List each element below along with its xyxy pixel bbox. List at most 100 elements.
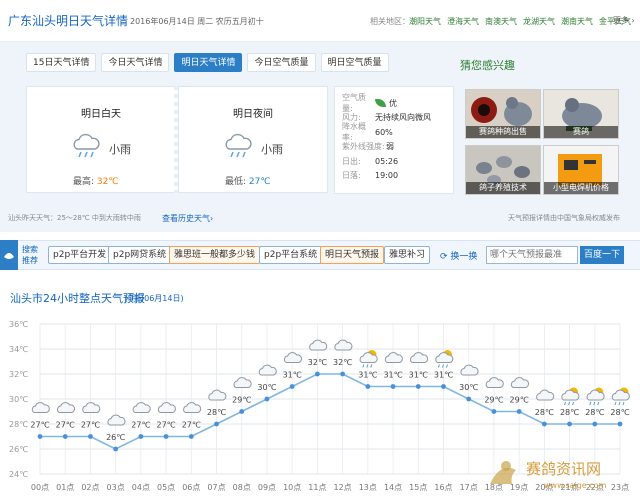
info-value: 05:26 bbox=[375, 156, 399, 166]
thumb-pigeon-sale[interactable]: 赛鸽种鸽出售 bbox=[465, 89, 541, 139]
x-tick-label: 16点 bbox=[434, 483, 452, 492]
high-label: 最高: bbox=[73, 177, 95, 187]
y-tick-label: 36℃ bbox=[9, 320, 28, 329]
x-tick-label: 07点 bbox=[207, 483, 225, 492]
cloud-icon bbox=[284, 352, 303, 363]
data-label: 27℃ bbox=[30, 421, 49, 430]
data-label: 32℃ bbox=[333, 358, 352, 367]
day-title: 明日白天 bbox=[81, 109, 121, 120]
data-label: 31℃ bbox=[283, 371, 302, 380]
cloud-icon bbox=[309, 339, 328, 351]
cloud-icon bbox=[485, 377, 504, 388]
search-input[interactable] bbox=[486, 246, 578, 264]
x-tick-label: 09点 bbox=[258, 483, 276, 492]
region-link[interactable]: 潮南天气 bbox=[561, 16, 593, 27]
region-link[interactable]: 龙湖天气 bbox=[523, 16, 555, 27]
sun-cloud-rain-icon bbox=[586, 387, 605, 406]
data-label: 29℃ bbox=[510, 396, 529, 405]
keyword-link[interactable]: p2p平台开发 bbox=[48, 246, 112, 264]
thumb-pigeon[interactable]: 赛鸽 bbox=[543, 89, 619, 139]
refresh-label: 换一换 bbox=[450, 252, 478, 262]
cloud-icon bbox=[157, 402, 176, 413]
region-link[interactable]: 潮阳天气 bbox=[409, 16, 441, 27]
region-link[interactable]: 澄海天气 bbox=[447, 16, 479, 27]
data-label: 31℃ bbox=[434, 371, 453, 380]
cloud-rain-icon bbox=[71, 132, 101, 160]
refresh-icon: ⟳ bbox=[440, 252, 448, 262]
x-tick-label: 13点 bbox=[359, 483, 377, 492]
night-low-temp: 最低: 27℃ bbox=[225, 174, 270, 187]
search-button[interactable]: 百度一下 bbox=[580, 246, 624, 264]
forecast-tabs: 15日天气详情 今日天气详情 明日天气详情 今日空气质量 明日空气质量 bbox=[26, 53, 389, 72]
guess-title: 猜您感兴趣 bbox=[460, 59, 515, 72]
tab-today-air[interactable]: 今日空气质量 bbox=[247, 53, 316, 72]
tab-tomorrow[interactable]: 明日天气详情 bbox=[174, 53, 243, 72]
data-label: 31℃ bbox=[358, 371, 377, 380]
info-uv: 紫外线强度: 弱 bbox=[342, 140, 446, 155]
data-label: 30℃ bbox=[257, 383, 276, 392]
search-recommend-label: 搜索推荐 bbox=[22, 245, 38, 265]
related-regions: 潮阳天气 澄海天气 南澳天气 龙湖天气 潮南天气 金平天气 bbox=[409, 16, 631, 27]
keyword-link[interactable]: p2p平台系统 bbox=[259, 246, 323, 264]
keyword-link[interactable]: 雅思补习 bbox=[384, 246, 431, 264]
thumb-caption: 小型电焊机价格 bbox=[544, 182, 618, 194]
refresh-keywords-button[interactable]: ⟳ 换一换 bbox=[440, 249, 477, 262]
data-point bbox=[592, 421, 598, 427]
y-tick-label: 24℃ bbox=[9, 470, 28, 479]
keyword-link[interactable]: 雅思班一般都多少钱 bbox=[169, 246, 261, 264]
related-regions-label: 相关地区： bbox=[370, 17, 410, 26]
cloud-icon bbox=[384, 352, 403, 363]
history-weather-link[interactable]: 查看历史天气› bbox=[162, 213, 213, 224]
tab-today[interactable]: 今日天气详情 bbox=[101, 53, 170, 72]
data-label: 29℃ bbox=[484, 396, 503, 405]
high-value: 32℃ bbox=[96, 177, 119, 187]
y-tick-label: 28℃ bbox=[9, 420, 28, 429]
cloud-icon bbox=[536, 389, 555, 401]
data-point bbox=[365, 384, 371, 389]
info-label: 日出: bbox=[342, 156, 361, 166]
info-label: 日落: bbox=[342, 171, 361, 181]
sun-cloud-rain-icon bbox=[611, 387, 630, 406]
keyword-link[interactable]: 明日天气预报 bbox=[320, 246, 385, 264]
info-label: 空气质量: bbox=[342, 93, 366, 114]
data-point bbox=[340, 371, 346, 377]
data-point bbox=[138, 434, 144, 439]
leaf-icon bbox=[375, 99, 386, 108]
more-regions-link[interactable]: 更多 › bbox=[613, 15, 635, 26]
info-value: 60% bbox=[375, 127, 393, 137]
data-point bbox=[239, 409, 245, 414]
thumb-welder[interactable]: 小型电焊机价格 bbox=[543, 145, 619, 195]
data-point bbox=[62, 434, 68, 439]
cloud-icon bbox=[233, 377, 252, 388]
tab-15-day[interactable]: 15日天气详情 bbox=[26, 53, 97, 72]
info-air-quality: 空气质量: 优 bbox=[342, 93, 446, 113]
data-label: 27℃ bbox=[182, 421, 201, 430]
info-label: 降水概率: bbox=[342, 122, 366, 143]
day-high-temp: 最高: 32℃ bbox=[73, 174, 118, 187]
data-point bbox=[113, 446, 119, 452]
low-label: 最低: bbox=[225, 177, 247, 187]
thumb-pigeon-breeding[interactable]: 鸽子养殖技术 bbox=[465, 145, 541, 195]
info-value: 无持续风向微风 bbox=[375, 113, 431, 123]
data-label: 27℃ bbox=[81, 421, 100, 430]
svg-text:www.saige.com: www.saige.com bbox=[544, 481, 607, 490]
tab-tomorrow-air[interactable]: 明日空气质量 bbox=[320, 53, 389, 72]
temperature-line bbox=[40, 373, 620, 450]
data-label: 28℃ bbox=[207, 408, 226, 417]
data-point bbox=[441, 384, 446, 389]
cloud-icon bbox=[132, 402, 151, 413]
keyword-link[interactable]: p2p网贷系统 bbox=[108, 246, 172, 264]
data-point bbox=[88, 434, 93, 439]
region-link[interactable]: 南澳天气 bbox=[485, 16, 517, 27]
data-label: 28℃ bbox=[610, 408, 629, 417]
data-label: 32℃ bbox=[308, 358, 327, 367]
x-tick-label: 04点 bbox=[132, 483, 150, 492]
data-point bbox=[617, 421, 623, 427]
data-point bbox=[415, 384, 421, 389]
cloud-icon bbox=[82, 402, 101, 413]
data-label: 28℃ bbox=[585, 408, 604, 417]
x-tick-label: 06点 bbox=[182, 483, 200, 492]
x-tick-label: 17点 bbox=[460, 483, 478, 492]
x-tick-label: 03点 bbox=[107, 483, 125, 492]
info-sunrise: 日出: 05:26 bbox=[342, 154, 446, 169]
